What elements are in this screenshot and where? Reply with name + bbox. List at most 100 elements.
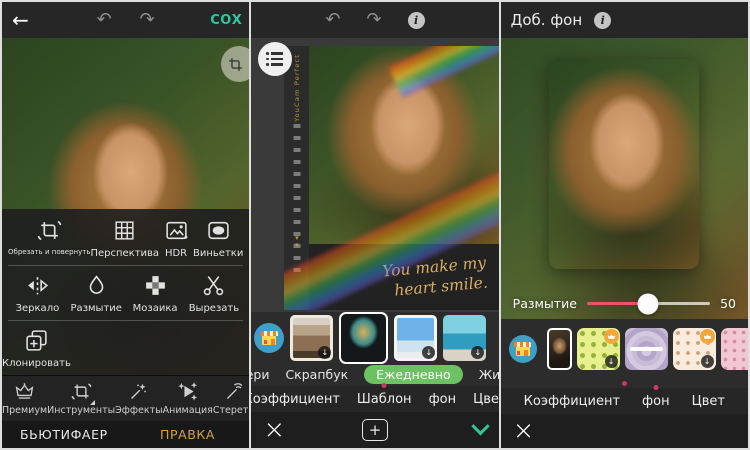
toolbar-effects[interactable]: Эффекты — [115, 376, 163, 421]
background-thumb-hearts-loading[interactable] — [624, 328, 668, 370]
mode-background[interactable]: фон — [642, 392, 670, 411]
tool-crop-rotate[interactable]: Обрезать и повернуть — [8, 218, 90, 259]
dash-ruler — [293, 124, 301, 274]
add-background-panel: Доб. фон i Размытие 50 ↓ ↓ Коэффициент ф… — [500, 2, 748, 448]
tool-label: Виньетки — [193, 248, 244, 259]
tool-mirror[interactable]: Зеркало — [8, 273, 67, 314]
middle-topbar: ↶ ↷ i — [251, 2, 499, 38]
crop-icon — [228, 57, 242, 71]
crop-rotate-icon — [37, 220, 61, 241]
toolbar-label: Инструменты — [47, 405, 116, 416]
blur-drop-icon — [89, 275, 104, 294]
redo-icon[interactable]: ↷ — [366, 11, 381, 29]
tool-label: Размытие — [70, 303, 122, 314]
download-icon — [700, 355, 714, 368]
mode-tabs: Коэффициент фон Цвет — [500, 388, 748, 414]
background-thumb-avocado[interactable] — [576, 328, 620, 370]
store-icon[interactable] — [508, 335, 537, 363]
tab-edit[interactable]: ПРАВКА — [126, 427, 250, 442]
tool-vignette[interactable]: Виньетки — [193, 218, 243, 259]
category-scrapbook[interactable]: Скрапбук — [285, 367, 348, 382]
close-icon[interactable]: × — [513, 418, 535, 444]
perspective-grid-icon — [115, 221, 134, 240]
toolbar-tools[interactable]: Инструменты — [47, 376, 115, 421]
triple-screenshot-collage: ← ↶ ↷ СОХ Обрезать и повернуть Перспекти… — [0, 0, 750, 450]
tool-label: Обрезать и повернуть — [8, 248, 91, 256]
save-button[interactable]: СОХ — [210, 13, 242, 28]
template-panel: ↶ ↷ i YouCam Perfect ▾ ▾ You make my hear… — [251, 2, 499, 448]
submenu-indicator-icon — [90, 400, 96, 405]
tab-beautifier[interactable]: БЬЮТИФАЕР — [2, 427, 126, 442]
category-animals[interactable]: Животные — [479, 367, 499, 382]
mode-color[interactable]: Цвет — [692, 392, 725, 411]
tool-label: Клонировать — [2, 358, 71, 369]
active-dot — [621, 381, 627, 386]
left-topbar: ← ↶ ↷ СОХ — [2, 2, 250, 38]
info-icon[interactable]: i — [407, 11, 425, 29]
tool-mosaic[interactable]: Мозаика — [126, 273, 185, 314]
action-bar: × — [500, 414, 748, 448]
apply-chevron-icon[interactable] — [470, 416, 490, 435]
toolbar-label: Эффекты — [115, 405, 163, 416]
undo-icon[interactable]: ↶ — [325, 11, 340, 29]
slider-value: 50 — [720, 296, 736, 311]
background-thumb-pink[interactable] — [720, 328, 748, 370]
hdr-icon — [165, 221, 187, 240]
erase-wand-icon — [226, 383, 243, 399]
premium-crown-icon — [603, 329, 619, 344]
back-icon[interactable]: ← — [12, 8, 29, 32]
slider-thumb[interactable] — [637, 293, 659, 314]
tool-label: HDR — [164, 248, 188, 259]
toolbar-label: Стереть — [212, 405, 249, 416]
store-icon[interactable] — [254, 323, 285, 353]
close-icon[interactable]: × — [263, 417, 285, 443]
photo-canvas: Обрезать и повернуть Перспектива HDR Вин… — [2, 38, 250, 375]
toolbar-label: Премиум — [2, 405, 48, 416]
template-card[interactable]: YouCam Perfect ▾ ▾ You make my heart smil… — [284, 46, 499, 310]
mode-tabs: Коэффициент Шаблон фон Цвет — [251, 386, 499, 412]
edit-tools-panel: ← ↶ ↷ СОХ Обрезать и повернуть Перспекти… — [2, 2, 250, 448]
undo-icon[interactable]: ↶ — [97, 11, 112, 29]
right-topbar: Доб. фон i — [500, 2, 748, 38]
foreground-photo-card[interactable] — [549, 59, 700, 270]
mode-template[interactable]: Шаблон — [357, 390, 412, 409]
download-icon — [604, 355, 618, 368]
toolbar-animation[interactable]: Анимация — [163, 376, 213, 421]
category-mothers[interactable]: матери — [251, 367, 269, 382]
tools-crop-icon — [71, 383, 92, 400]
template-thumb[interactable] — [394, 315, 438, 361]
mode-background[interactable]: фон — [429, 390, 457, 409]
page-indicator — [500, 379, 748, 388]
loading-bar — [629, 347, 663, 351]
category-daily-active[interactable]: Ежедневно — [364, 364, 463, 384]
template-preview: YouCam Perfect ▾ ▾ You make my heart smil… — [251, 38, 499, 312]
tool-blur[interactable]: Размытие — [67, 273, 126, 314]
caption-script-text: You make my heart smile. — [381, 253, 489, 300]
toolbar-erase[interactable]: Стереть — [213, 376, 249, 421]
tool-perspective[interactable]: Перспектива — [90, 218, 159, 259]
template-thumb[interactable] — [290, 315, 334, 361]
download-icon — [422, 346, 436, 359]
background-thumb-teddy[interactable] — [672, 328, 716, 370]
background-thumb-selected[interactable] — [546, 328, 572, 370]
mode-ratio[interactable]: Коэффициент — [251, 390, 340, 409]
bottom-tab-bar: БЬЮТИФАЕР ПРАВКА — [2, 421, 250, 448]
add-photo-button[interactable]: + — [361, 419, 388, 441]
template-photo — [309, 46, 499, 244]
tool-cutout[interactable]: Вырезать — [184, 273, 243, 314]
toolbar-premium[interactable]: Премиум — [2, 376, 47, 421]
tool-clone[interactable]: Клонировать — [2, 328, 71, 369]
mode-color[interactable]: Цвет — [473, 390, 499, 409]
floating-crop-button[interactable] — [221, 46, 250, 82]
template-thumb[interactable] — [443, 315, 487, 361]
redo-icon[interactable]: ↷ — [140, 11, 155, 29]
tool-hdr[interactable]: HDR — [159, 218, 193, 259]
mode-ratio[interactable]: Коэффициент — [524, 392, 620, 411]
tools-menu: Обрезать и повернуть Перспектива HDR Вин… — [2, 209, 250, 375]
info-icon[interactable]: i — [594, 11, 612, 29]
vignette-icon — [208, 221, 229, 240]
template-thumb-selected[interactable] — [339, 312, 389, 364]
watermark-text: YouCam Perfect — [292, 54, 301, 122]
blur-slider[interactable] — [586, 293, 711, 314]
scissors-icon — [204, 276, 224, 296]
